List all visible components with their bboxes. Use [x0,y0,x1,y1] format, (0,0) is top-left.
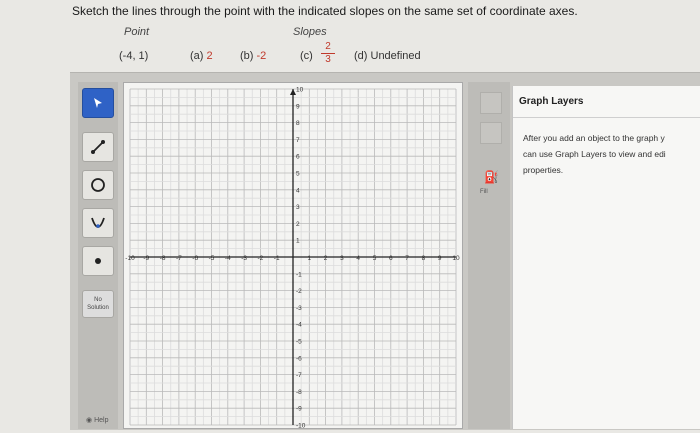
tool-palette: No Solution ◉ Help [78,82,118,429]
slope-c-label: (c) [300,50,313,62]
delete-button[interactable] [480,122,502,144]
dot-icon [95,258,101,264]
y-tick-label: 3 [296,204,300,211]
x-tick-label: 7 [405,255,409,262]
x-tick-label: 10 [452,255,460,262]
slope-a-label: (a) [190,50,204,62]
point-header: Point [124,26,150,38]
y-tick-label: 6 [296,154,300,161]
slope-b-label: (b) [240,50,254,62]
arrow-pointer-icon [94,98,102,108]
no-solution-line2: Solution [87,305,109,311]
panel-body: After you add an object to the graph y c… [523,130,700,178]
y-tick-label: 9 [296,103,300,110]
fill-label: Fill [480,189,488,195]
circle-icon [91,178,105,192]
x-tick-label: -8 [160,255,166,262]
help-label: Help [94,417,109,424]
x-tick-label: -3 [241,255,247,262]
x-tick-label: 4 [356,255,360,262]
y-tick-label: -7 [296,372,302,379]
edit-strip: ⛽ Fill [468,82,510,429]
slope-b: (b) -2 [240,50,266,62]
panel-body-line2: can use Graph Layers to view and edi [523,149,666,159]
point-value: (-4, 1) [119,50,149,62]
x-tick-label: -6 [192,255,198,262]
slopes-header: Slopes [293,26,327,38]
slope-a-value: 2 [206,50,213,62]
slope-a: (a) 2 [190,50,213,62]
y-tick-label: 7 [296,137,300,144]
slope-b-value: -2 [256,50,267,62]
x-tick-label: 9 [438,255,442,262]
x-tick-label: 8 [422,255,426,262]
y-tick-label: 10 [296,87,304,94]
y-tick-label: -8 [296,389,302,396]
coordinate-grid[interactable]: -10 -9 -8 -7 -6 -5 -4 -3 -2 -1 1 2 3 4 5 6 7 8 9 10 10 9 8 7 6 5 4… [123,82,463,430]
y-tick-label: 4 [296,187,300,194]
y-tick-label: -3 [296,305,302,312]
y-tick-label: 8 [296,120,300,127]
graph-layers-panel: Graph Layers After you add an object to … [512,86,700,429]
instruction-text: Sketch the lines through the point with … [72,4,578,18]
panel-body-line3: properties. [523,165,564,175]
y-tick-label: -6 [296,355,302,362]
help-icon: ◉ [86,417,93,424]
y-tick-label: 2 [296,221,300,228]
slope-d: (d) Undefined [354,50,421,62]
x-tick-label: -4 [225,255,231,262]
panel-divider [513,117,700,118]
graph-canvas[interactable]: -10 -9 -8 -7 -6 -5 -4 -3 -2 -1 1 2 3 4 5 6 7 8 9 10 10 9 8 7 6 5 4… [124,83,462,430]
fill-bucket-icon[interactable]: ⛽ [484,170,499,184]
line-tool[interactable] [82,132,114,162]
x-tick-label: -5 [209,255,215,262]
pointer-tool[interactable] [82,88,114,118]
x-tick-label: 1 [307,255,311,262]
undo-button[interactable] [480,92,502,114]
y-tick-label: 1 [296,238,300,245]
panel-body-line1: After you add an object to the graph y [523,133,665,143]
y-tick-label: 5 [296,171,300,178]
y-tick-label: -5 [296,339,302,346]
parabola-icon [91,217,105,228]
x-tick-label: -10 [125,255,135,262]
line-icon [91,140,105,154]
x-tick-label: -9 [143,255,149,262]
slope-c-fraction: 2 3 [321,42,335,65]
y-tick-label: -1 [296,271,302,278]
slope-c-denominator: 3 [325,54,331,65]
panel-title: Graph Layers [519,96,584,107]
x-tick-label: -1 [274,255,280,262]
x-tick-label: 3 [340,255,344,262]
x-tick-label: -2 [258,255,264,262]
help-link[interactable]: ◉ Help [86,416,108,424]
circle-tool[interactable] [82,170,114,200]
point-tool[interactable] [82,246,114,276]
y-tick-label: -9 [296,406,302,413]
y-tick-label: -4 [296,322,302,329]
x-tick-label: 6 [389,255,393,262]
parabola-tool[interactable] [82,208,114,238]
no-solution-line1: No [94,297,102,303]
y-tick-label: -2 [296,288,302,295]
x-tick-label: -7 [176,255,182,262]
y-tick-label: -10 [296,423,306,429]
slope-c-numerator: 2 [325,41,331,52]
no-solution-button[interactable]: No Solution [82,290,114,318]
x-tick-label: 5 [373,255,377,262]
x-tick-label: 2 [324,255,328,262]
